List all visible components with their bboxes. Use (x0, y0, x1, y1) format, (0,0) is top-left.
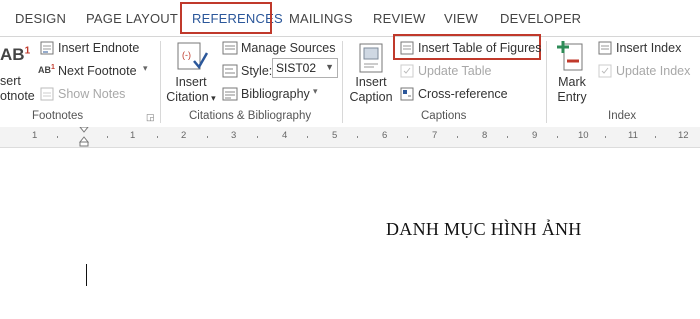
tab-mailings[interactable]: MAILINGS (289, 11, 353, 26)
style-icon (222, 64, 238, 83)
cross-reference-icon (400, 87, 414, 106)
update-index-icon (598, 64, 612, 83)
show-notes-icon (40, 87, 54, 106)
ruler-tick (257, 136, 258, 138)
text-cursor (86, 264, 87, 286)
ruler-tick (507, 136, 508, 138)
next-footnote-button[interactable]: Next Footnote (58, 64, 137, 78)
ruler-number: 3 (231, 130, 237, 141)
ruler-tick (57, 136, 58, 138)
separator (546, 41, 547, 123)
mark-entry-button[interactable]: Mark Entry (553, 75, 591, 105)
insert-citation-label-2: Citation (166, 90, 209, 104)
insert-endnote-button[interactable]: Insert Endnote (58, 41, 139, 55)
insert-caption-label-1: Insert (355, 75, 387, 89)
ribbon-panel: AB1 sert otnote Insert Endnote AB1 Next … (0, 34, 700, 128)
insert-citation-button[interactable]: Insert Citation ▾ (164, 75, 218, 106)
insert-caption-label-2: Caption (349, 90, 393, 104)
ribbon-tabs: DESIGN PAGE LAYOUT REFERENCES MAILINGS R… (0, 0, 700, 36)
insert-endnote-icon (40, 41, 54, 60)
svg-text:(-): (-) (182, 50, 191, 60)
ruler-tick (207, 136, 208, 138)
captions-group-label: Captions (421, 110, 467, 122)
mark-entry-label-1: Mark (558, 75, 586, 89)
footnotes-dialog-launcher-icon[interactable]: ◲ (146, 112, 155, 123)
ruler-number: 9 (532, 130, 538, 141)
references-tab-highlight (180, 2, 272, 34)
bibliography-icon (222, 87, 238, 106)
insert-caption-icon (358, 43, 384, 78)
ruler-number: 7 (432, 130, 438, 141)
ruler-number: 5 (332, 130, 338, 141)
ruler-number: 12 (678, 130, 689, 141)
ruler-tick (557, 136, 558, 138)
insert-citation-icon: (-) (176, 41, 209, 78)
ruler-number: 1 (32, 130, 38, 141)
ruler-tick (157, 136, 158, 138)
document-heading: DANH MỤC HÌNH ẢNH (386, 219, 582, 239)
cross-reference-button[interactable]: Cross-reference (418, 87, 508, 101)
ruler-number: 6 (382, 130, 388, 141)
horizontal-ruler[interactable]: 1 1 2 3 4 5 6 7 8 9 10 11 12 (0, 126, 700, 148)
ruler-tick (407, 136, 408, 138)
document-page[interactable]: DANH MỤC HÌNH ẢNH (0, 148, 700, 319)
insert-table-of-figures-icon (400, 41, 414, 60)
insert-caption-button[interactable]: Insert Caption (347, 75, 395, 105)
ruler-tick (357, 136, 358, 138)
insert-citation-dropdown-icon: ▾ (208, 93, 216, 103)
insert-footnote-label-2: otnote (0, 89, 35, 103)
insert-index-button[interactable]: Insert Index (616, 41, 681, 55)
manage-sources-button[interactable]: Manage Sources (241, 41, 336, 55)
manage-sources-icon (222, 41, 238, 60)
update-table-icon (400, 64, 414, 83)
tab-developer[interactable]: DEVELOPER (500, 11, 581, 26)
ruler-number: 4 (282, 130, 288, 141)
ruler-number: 10 (578, 130, 589, 141)
insert-footnote-label-1: sert (0, 74, 21, 88)
ruler-tick (457, 136, 458, 138)
next-footnote-icon: AB1 (38, 64, 55, 75)
ruler-tick (605, 136, 606, 138)
next-footnote-dropdown-icon[interactable]: ▾ (143, 63, 148, 74)
ruler-number: 1 (130, 130, 136, 141)
bibliography-dropdown-icon[interactable]: ▾ (313, 86, 318, 97)
ruler-tick (655, 136, 656, 138)
tab-view[interactable]: VIEW (444, 11, 478, 26)
mark-entry-label-2: Entry (557, 90, 587, 104)
update-table-button[interactable]: Update Table (418, 64, 491, 78)
insert-footnote-button[interactable]: sert otnote (0, 74, 35, 104)
tab-review[interactable]: REVIEW (373, 11, 425, 26)
style-value: SIST02 (276, 61, 317, 75)
style-dropdown-icon: ▼ (325, 62, 334, 72)
separator (342, 41, 343, 123)
style-dropdown[interactable]: SIST02 ▼ (272, 58, 338, 78)
update-index-button[interactable]: Update Index (616, 64, 690, 78)
ruler-number: 2 (181, 130, 187, 141)
citations-group-label: Citations & Bibliography (189, 110, 312, 122)
insert-footnote-icon: AB1 (0, 45, 31, 64)
ruler-number: 11 (628, 130, 638, 141)
ruler-number: 8 (482, 130, 488, 141)
tab-page-layout[interactable]: PAGE LAYOUT (86, 11, 178, 26)
show-notes-button[interactable]: Show Notes (58, 87, 125, 101)
ruler-tick (307, 136, 308, 138)
mark-entry-icon (556, 39, 588, 78)
footnotes-group-label: Footnotes (32, 110, 84, 122)
tab-design[interactable]: DESIGN (15, 11, 66, 26)
insert-table-of-figures-button[interactable]: Insert Table of Figures (418, 41, 541, 55)
separator (160, 41, 161, 123)
index-group-label: Index (608, 110, 637, 122)
ruler-tick (107, 136, 108, 138)
bibliography-button[interactable]: Bibliography (241, 87, 310, 101)
insert-index-icon (598, 41, 612, 60)
insert-citation-label-1: Insert (175, 75, 207, 89)
style-label: Style: (241, 64, 273, 78)
